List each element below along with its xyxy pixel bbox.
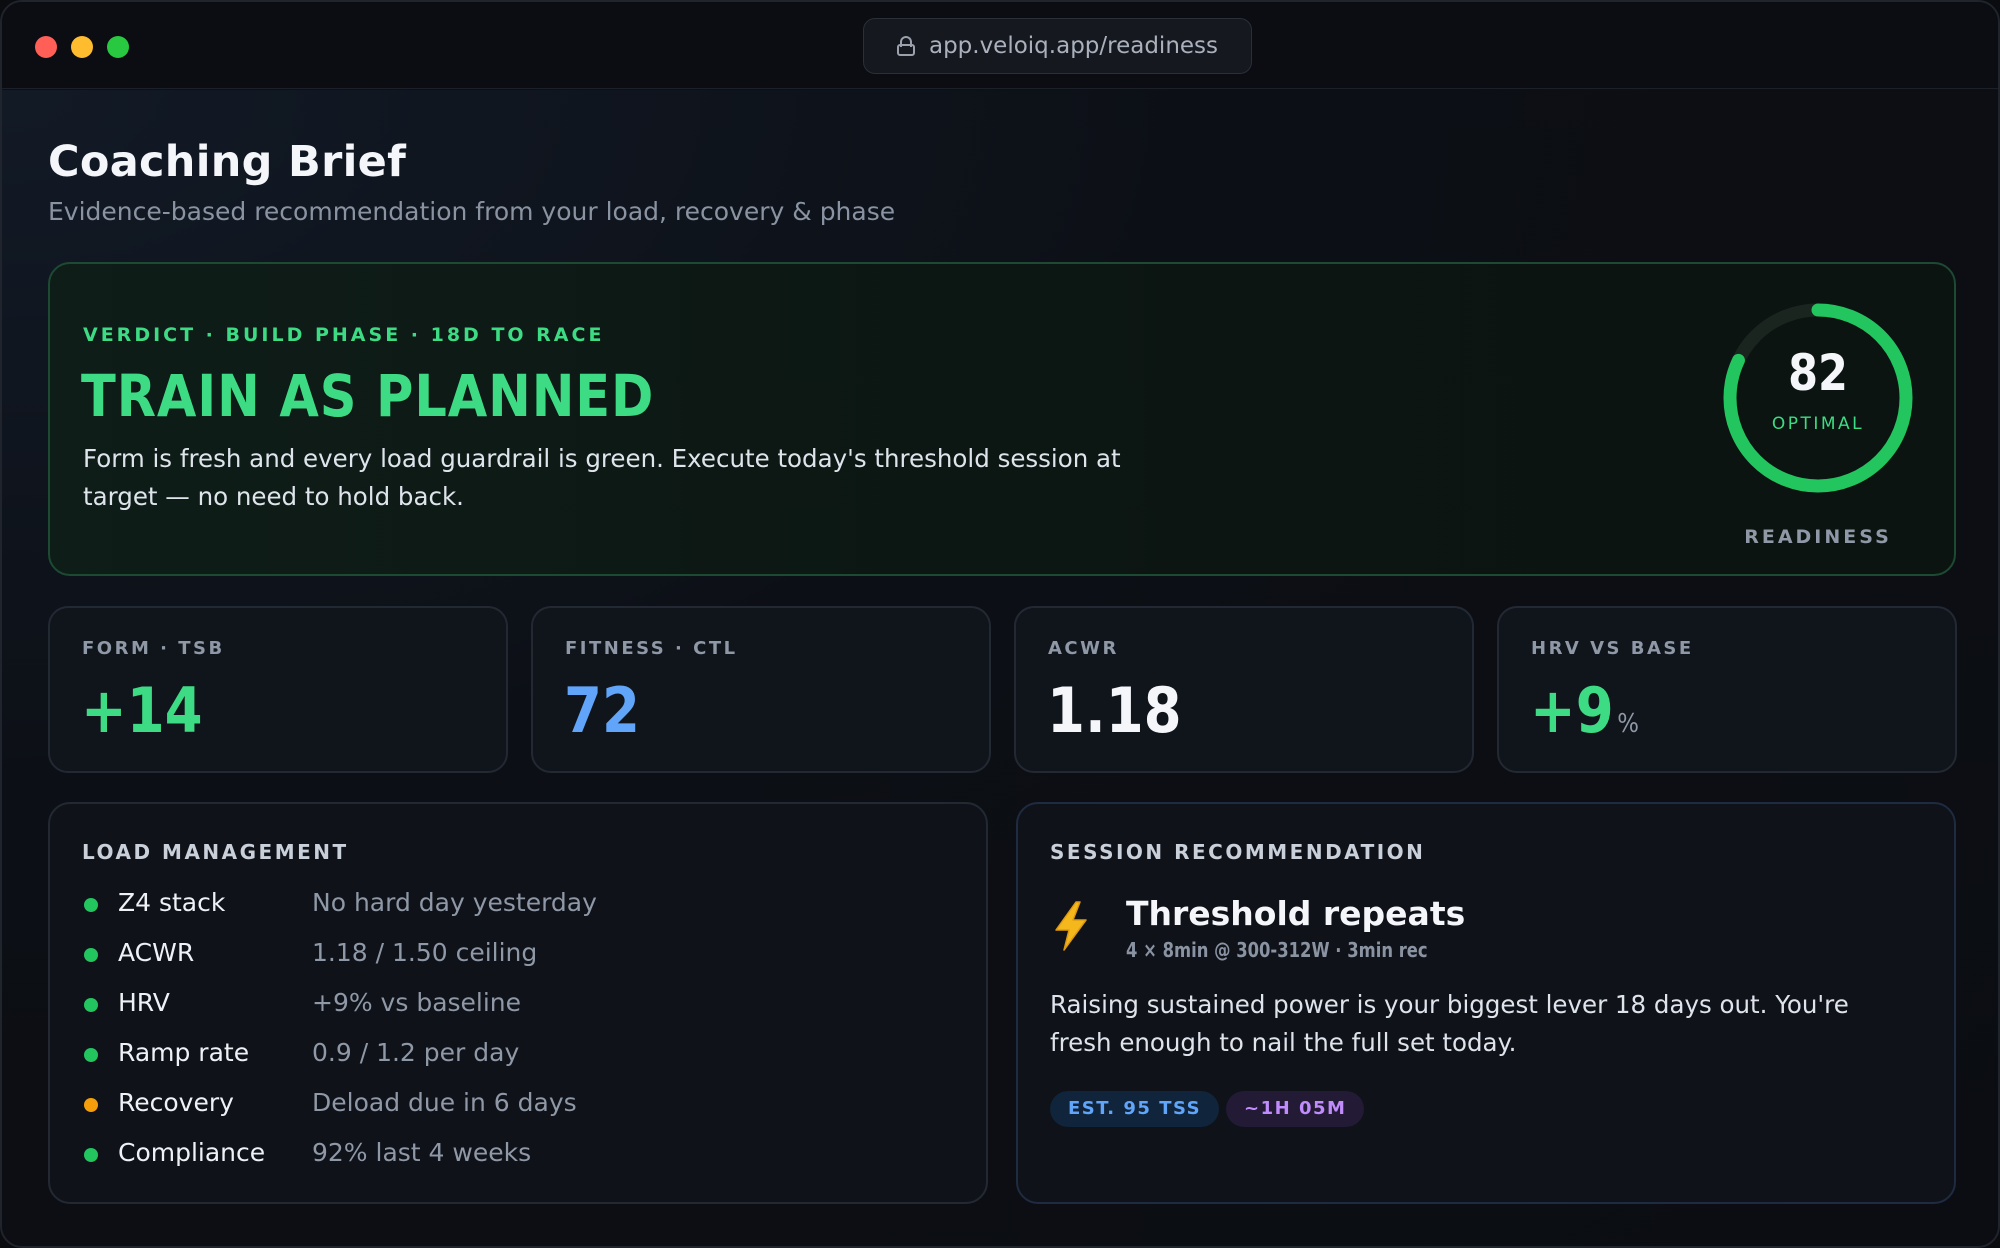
- page-content: Coaching Brief Evidence-based recommenda…: [2, 90, 1998, 1246]
- metric-label: HRV VS BASE: [1531, 638, 1694, 659]
- page-title: Coaching Brief: [48, 137, 407, 187]
- session-detail: 4 × 8min @ 300-312W · 3min rec: [1126, 938, 1428, 962]
- status-dot: [84, 1148, 98, 1162]
- metric-value: +9%: [1530, 674, 1639, 747]
- load-item-value: 1.18 / 1.50 ceiling: [312, 938, 538, 967]
- list-item: Compliance 92% last 4 weeks: [82, 1134, 962, 1174]
- metric-label: ACWR: [1048, 638, 1119, 659]
- list-item: Z4 stack No hard day yesterday: [82, 884, 962, 924]
- duration-badge: ~1H 05M: [1226, 1091, 1365, 1127]
- list-item: Recovery Deload due in 6 days: [82, 1084, 962, 1124]
- page-subtitle: Evidence-based recommendation from your …: [48, 197, 896, 226]
- maximize-window-button[interactable]: [107, 36, 129, 58]
- lock-icon: [896, 36, 915, 56]
- metric-card-acwr: ACWR 1.18: [1014, 606, 1474, 773]
- load-item-name: Compliance: [118, 1138, 266, 1167]
- load-item-name: Recovery: [118, 1088, 234, 1117]
- verdict-body: Form is fresh and every load guardrail i…: [83, 444, 1121, 511]
- metric-value: 1.18: [1047, 674, 1182, 747]
- readiness-status: OPTIMAL: [1771, 414, 1865, 434]
- tss-badge: EST. 95 TSS: [1050, 1091, 1220, 1127]
- status-dot: [84, 998, 98, 1012]
- metric-value: 72: [564, 674, 640, 747]
- list-item: HRV +9% vs baseline: [82, 984, 962, 1024]
- session-recommendation-panel: SESSION RECOMMENDATION Threshold repeats…: [1016, 802, 1956, 1204]
- panel-title: LOAD MANAGEMENT: [82, 840, 349, 864]
- load-item-name: HRV: [118, 988, 170, 1017]
- lightning-bolt-icon: [1055, 901, 1087, 951]
- metric-card-fitness: FITNESS · CTL 72: [531, 606, 991, 773]
- metric-card-hrv: HRV VS BASE +9%: [1497, 606, 1957, 773]
- title-bar: app.veloiq.app/readiness: [2, 2, 1998, 89]
- url-text: app.veloiq.app/readiness: [928, 33, 1219, 59]
- verdict-eyebrow: VERDICT · BUILD PHASE · 18D TO RACE: [83, 324, 605, 346]
- load-item-value: No hard day yesterday: [312, 888, 597, 917]
- load-item-name: ACWR: [118, 938, 195, 967]
- list-item: ACWR 1.18 / 1.50 ceiling: [82, 934, 962, 974]
- close-window-button[interactable]: [35, 36, 57, 58]
- readiness-score: 82: [1788, 344, 1848, 402]
- readiness-label: READINESS: [1744, 526, 1892, 548]
- minimize-window-button[interactable]: [71, 36, 93, 58]
- session-body: Raising sustained power is your biggest …: [1050, 990, 1849, 1057]
- status-dot: [84, 1048, 98, 1062]
- metric-card-form: FORM · TSB +14: [48, 606, 508, 773]
- browser-window: app.veloiq.app/readiness Coaching Brief …: [0, 0, 2000, 1248]
- status-dot: [84, 898, 98, 912]
- load-item-value: Deload due in 6 days: [312, 1088, 577, 1117]
- load-item-name: Ramp rate: [118, 1038, 250, 1067]
- load-item-value: 0.9 / 1.2 per day: [312, 1038, 520, 1067]
- status-dot: [84, 1098, 98, 1112]
- metric-value: +14: [81, 674, 203, 747]
- load-item-value: +9% vs baseline: [312, 988, 522, 1017]
- load-item-name: Z4 stack: [118, 888, 226, 917]
- verdict-card: VERDICT · BUILD PHASE · 18D TO RACE TRAI…: [48, 262, 1956, 576]
- panel-title: SESSION RECOMMENDATION: [1050, 840, 1426, 864]
- list-item: Ramp rate 0.9 / 1.2 per day: [82, 1034, 962, 1074]
- metric-label: FITNESS · CTL: [565, 638, 738, 659]
- session-name: Threshold repeats: [1126, 894, 1466, 933]
- status-dot: [84, 948, 98, 962]
- verdict-title: TRAIN AS PLANNED: [81, 362, 655, 430]
- metric-label: FORM · TSB: [82, 638, 225, 659]
- address-bar[interactable]: app.veloiq.app/readiness: [863, 18, 1252, 74]
- load-management-panel: LOAD MANAGEMENT Z4 stack No hard day yes…: [48, 802, 988, 1204]
- load-item-value: 92% last 4 weeks: [312, 1138, 532, 1167]
